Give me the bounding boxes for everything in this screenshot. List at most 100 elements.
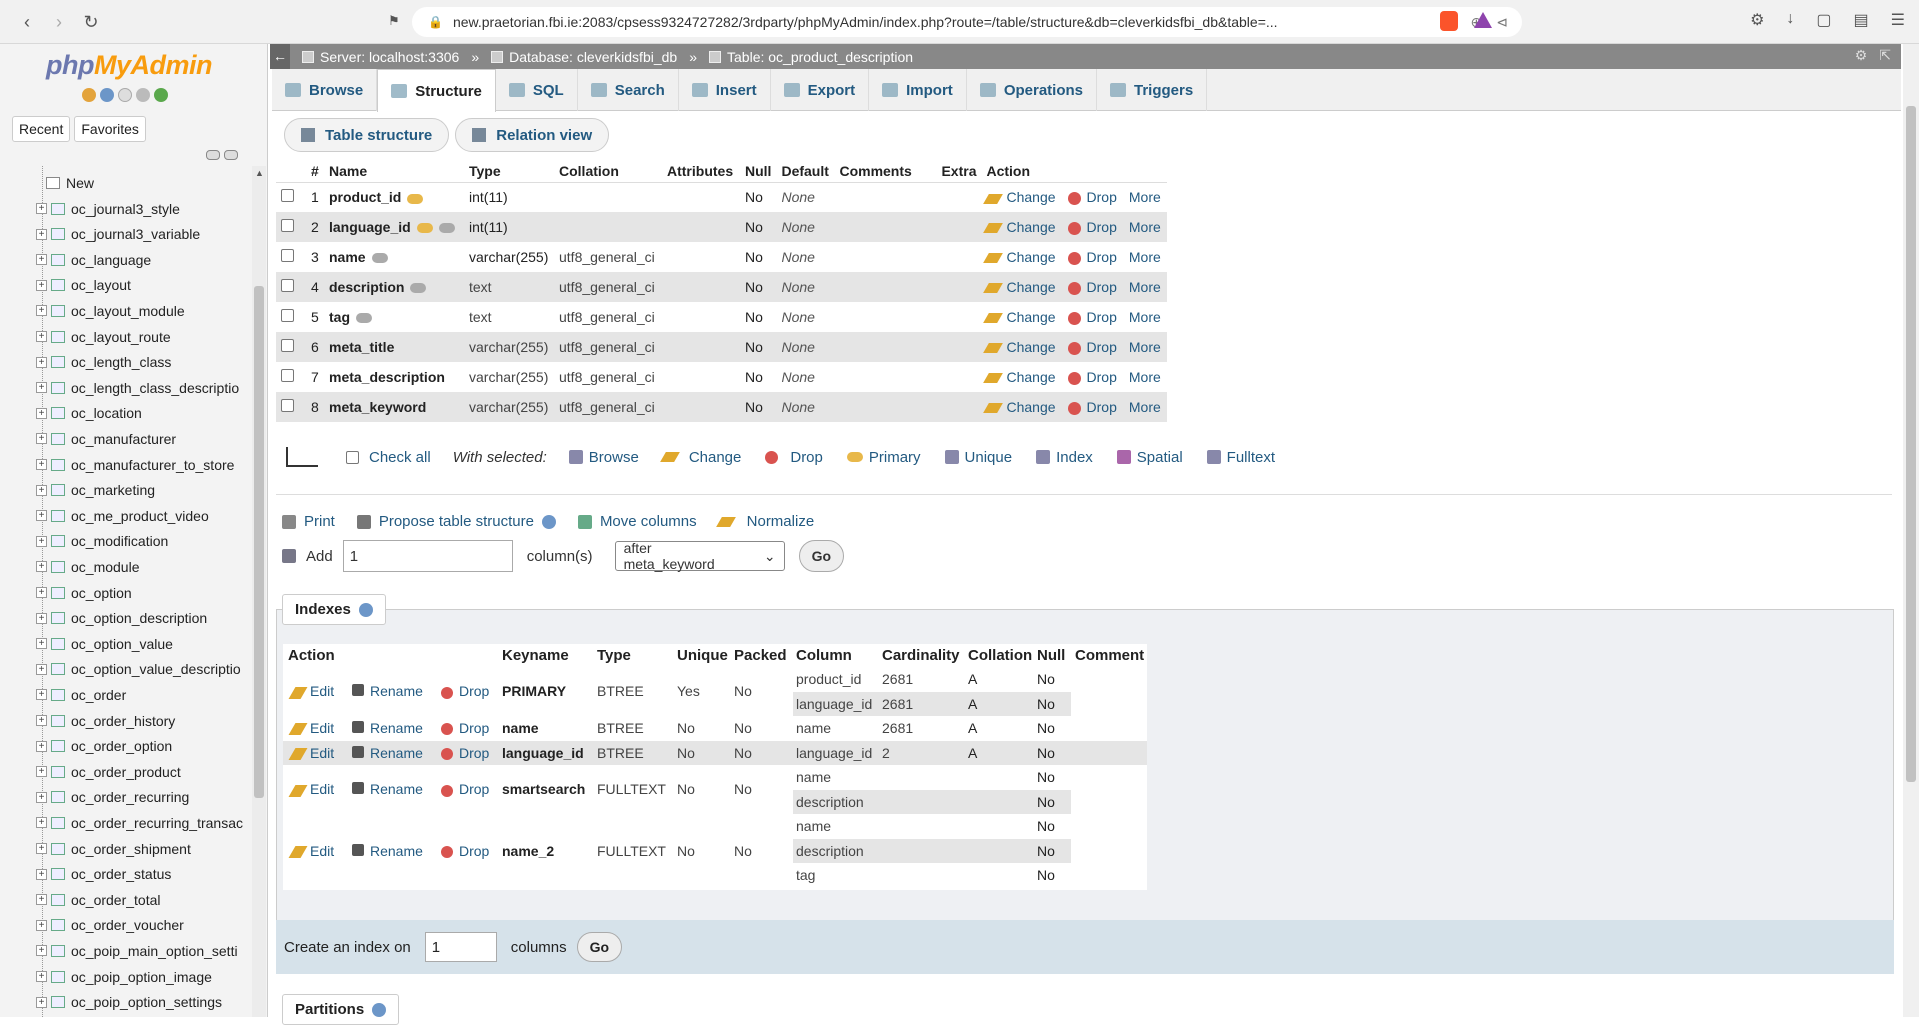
tab-triggers[interactable]: Triggers	[1097, 69, 1208, 111]
sidebar-table-label[interactable]: oc_layout_module	[71, 303, 185, 319]
change-button[interactable]: Change	[983, 369, 1056, 385]
sidebar-table-label[interactable]: oc_poip_main_option_setti	[71, 943, 238, 959]
column-position-select[interactable]: after meta_keyword ⌄	[614, 540, 785, 572]
drop-button[interactable]: Drop	[1067, 189, 1117, 205]
create-index-columns-input[interactable]: 1	[424, 932, 497, 962]
print-link[interactable]: Print	[304, 513, 335, 530]
tab-insert[interactable]: Insert	[679, 69, 771, 111]
change-button[interactable]: Change	[983, 279, 1056, 295]
row-checkbox[interactable]	[281, 369, 294, 382]
sidebar-table-label[interactable]: oc_language	[71, 252, 151, 268]
sidebar-table-label[interactable]: oc_order_recurring	[71, 789, 189, 805]
drop-index-button[interactable]: Drop	[441, 683, 489, 699]
more-button[interactable]: More	[1129, 309, 1161, 325]
sidebar-table-item[interactable]: + oc_order	[36, 682, 126, 707]
expand-icon[interactable]: +	[36, 663, 47, 675]
drop-button[interactable]: Drop	[1067, 249, 1117, 265]
sidebar-table-label[interactable]: oc_journal3_style	[71, 201, 180, 217]
row-checkbox[interactable]	[281, 219, 294, 232]
edit-index-button[interactable]: Edit	[288, 781, 334, 797]
sidebar-table-item[interactable]: + oc_option_description	[36, 606, 207, 631]
expand-icon[interactable]: +	[36, 535, 47, 547]
bookmark-icon[interactable]: ⚑	[388, 13, 400, 29]
sidebar-table-item[interactable]: + oc_order_total	[36, 887, 161, 912]
sidebar-table-item[interactable]: + oc_length_class_descriptio	[36, 375, 239, 400]
sidebar-table-item[interactable]: + oc_order_product	[36, 759, 181, 784]
rename-index-button[interactable]: Rename	[352, 745, 423, 761]
sidebar-table-label[interactable]: oc_length_class_descriptio	[71, 380, 239, 396]
sidebar-table-label[interactable]: oc_layout_route	[71, 329, 171, 345]
row-checkbox[interactable]	[281, 399, 294, 412]
sidebar-table-label[interactable]: oc_poip_option_image	[71, 969, 212, 985]
tab-import[interactable]: Import	[869, 69, 967, 111]
wallet-icon[interactable]: ▤	[1854, 10, 1869, 30]
more-button[interactable]: More	[1129, 189, 1161, 205]
back-icon[interactable]: ‹	[12, 7, 42, 37]
sidebar-table-item[interactable]: + oc_modification	[36, 529, 168, 554]
drop-index-button[interactable]: Drop	[441, 843, 489, 859]
change-button[interactable]: Change	[983, 399, 1056, 415]
edit-index-button[interactable]: Edit	[288, 843, 334, 859]
tab-operations[interactable]: Operations	[967, 69, 1097, 111]
edit-index-button[interactable]: Edit	[288, 683, 334, 699]
more-button[interactable]: More	[1129, 219, 1161, 235]
collapse-nav-icon[interactable]: ←	[270, 44, 290, 69]
expand-icon[interactable]: +	[36, 868, 47, 880]
sidebar-table-item[interactable]: + oc_order_history	[36, 708, 175, 733]
sidebar-table-label[interactable]: oc_length_class	[71, 354, 171, 370]
expand-icon[interactable]: +	[36, 945, 47, 957]
sidebar-scroll-thumb[interactable]	[254, 286, 264, 798]
row-checkbox[interactable]	[281, 279, 294, 292]
expand-icon[interactable]: +	[36, 382, 47, 394]
sidebar-table-label[interactable]: oc_order_product	[71, 764, 181, 780]
sidebar-table-label[interactable]: oc_marketing	[71, 482, 155, 498]
sidebar-toggle-icon[interactable]: ▢	[1816, 10, 1831, 30]
docs-icon[interactable]	[118, 88, 132, 102]
sidebar-table-item[interactable]: + oc_order_recurring	[36, 785, 189, 810]
sidebar-table-item[interactable]: + oc_layout_module	[36, 298, 185, 323]
expand-icon[interactable]: +	[36, 587, 47, 598]
change-button[interactable]: Change	[983, 339, 1056, 355]
share-icon[interactable]: ⊲	[1496, 14, 1508, 31]
edit-index-button[interactable]: Edit	[288, 745, 334, 761]
drop-button[interactable]: Drop	[1067, 279, 1117, 295]
sidebar-table-item[interactable]: + oc_order_status	[36, 862, 171, 887]
table-structure-tab[interactable]: Table structure	[284, 118, 450, 152]
sidebar-table-item[interactable]: + oc_location	[36, 401, 142, 426]
main-scroll-thumb[interactable]	[1906, 106, 1916, 782]
settings-icon[interactable]	[136, 88, 150, 102]
expand-icon[interactable]: +	[36, 791, 47, 803]
sidebar-table-item[interactable]: + oc_order_shipment	[36, 836, 191, 861]
sidebar-table-item[interactable]: + oc_order_recurring_transac	[36, 810, 243, 835]
relation-view-tab[interactable]: Relation view	[455, 118, 610, 152]
sidebar-table-label[interactable]: oc_option	[71, 585, 132, 601]
drop-button[interactable]: Drop	[1067, 339, 1117, 355]
sidebar-table-item[interactable]: + oc_journal3_style	[36, 196, 180, 221]
address-bar[interactable]: 🔒 new.praetorian.fbi.ie:2083/cpsess93247…	[412, 7, 1522, 37]
sidebar-table-item[interactable]: + oc_order_option	[36, 734, 172, 759]
sidebar-table-item[interactable]: + oc_manufacturer	[36, 426, 176, 451]
rename-index-button[interactable]: Rename	[352, 843, 423, 859]
brave-shield-icon[interactable]	[1440, 11, 1458, 31]
expand-icon[interactable]: +	[36, 407, 47, 419]
expand-icon[interactable]: +	[36, 279, 47, 291]
add-columns-go-button[interactable]: Go	[798, 540, 845, 572]
collapse-all-icon[interactable]	[206, 150, 220, 160]
more-button[interactable]: More	[1129, 249, 1161, 265]
sidebar-table-item[interactable]: + oc_option_value	[36, 631, 173, 656]
tab-browse[interactable]: Browse	[272, 69, 378, 111]
expand-icon[interactable]: +	[36, 766, 47, 778]
change-button[interactable]: Change	[983, 309, 1056, 325]
home-icon[interactable]	[82, 88, 96, 102]
new-table-item[interactable]: New	[46, 170, 94, 195]
breadcrumb-database[interactable]: Database: cleverkidsfbi_db	[509, 49, 677, 65]
sidebar-table-item[interactable]: + oc_journal3_variable	[36, 222, 200, 247]
sidebar-table-label[interactable]: oc_modification	[71, 533, 168, 549]
sidebar-table-label[interactable]: oc_order_option	[71, 738, 172, 754]
tab-sql[interactable]: SQL	[496, 69, 578, 111]
row-checkbox[interactable]	[281, 309, 294, 322]
expand-icon[interactable]: +	[36, 203, 47, 214]
info-icon[interactable]	[358, 602, 373, 617]
sidebar-table-label[interactable]: oc_order	[71, 687, 126, 703]
normalize-link[interactable]: Normalize	[747, 513, 815, 530]
